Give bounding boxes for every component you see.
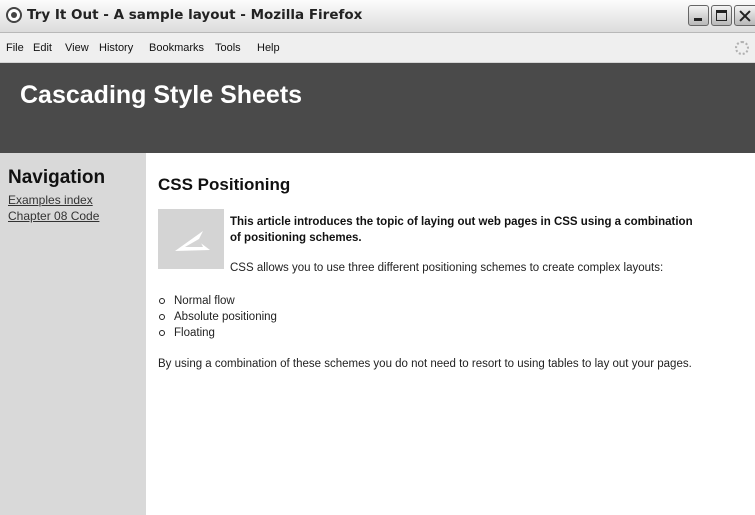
nav-link-examples-index[interactable]: Examples index <box>8 193 93 207</box>
list-item: Floating <box>158 325 277 341</box>
menu-edit[interactable]: Edit <box>33 42 52 54</box>
image-placeholder-icon <box>158 209 224 269</box>
closing-paragraph: By using a combination of these schemes … <box>158 358 692 370</box>
close-icon[interactable] <box>734 5 755 26</box>
nav-link-chapter-08-code[interactable]: Chapter 08 Code <box>8 209 99 223</box>
site-title: Cascading Style Sheets <box>20 81 303 109</box>
main-content: CSS Positioning This article introduces … <box>146 153 755 515</box>
sidebar: Navigation Examples index Chapter 08 Cod… <box>0 153 146 515</box>
list-item: Absolute positioning <box>158 309 277 325</box>
loading-throbber-icon <box>735 41 749 55</box>
bullet-icon <box>159 314 165 320</box>
schemes-sentence: CSS allows you to use three different po… <box>230 262 664 274</box>
bullet-icon <box>159 298 165 304</box>
menu-help[interactable]: Help <box>257 42 280 54</box>
window-title-bar: Try It Out - A sample layout - Mozilla F… <box>0 0 755 33</box>
menu-tools[interactable]: Tools <box>215 42 241 54</box>
article-heading: CSS Positioning <box>158 175 291 194</box>
window-title: Try It Out - A sample layout - Mozilla F… <box>27 7 363 23</box>
menu-bookmarks[interactable]: Bookmarks <box>149 42 204 54</box>
list-item: Normal flow <box>158 293 277 309</box>
menu-history[interactable]: History <box>99 42 133 54</box>
article-intro: This article introduces the topic of lay… <box>230 216 693 244</box>
menu-file[interactable]: File <box>6 42 24 54</box>
bullet-icon <box>159 330 165 336</box>
minimize-icon[interactable] <box>688 5 709 26</box>
maximize-icon[interactable] <box>711 5 732 26</box>
positioning-list: Normal flow Absolute positioning Floatin… <box>158 293 277 341</box>
firefox-icon <box>6 7 22 23</box>
nav-heading: Navigation <box>8 167 106 188</box>
menu-view[interactable]: View <box>65 42 89 54</box>
menu-bar: File Edit View History Bookmarks Tools H… <box>0 33 755 63</box>
page-header: Cascading Style Sheets <box>0 63 755 153</box>
